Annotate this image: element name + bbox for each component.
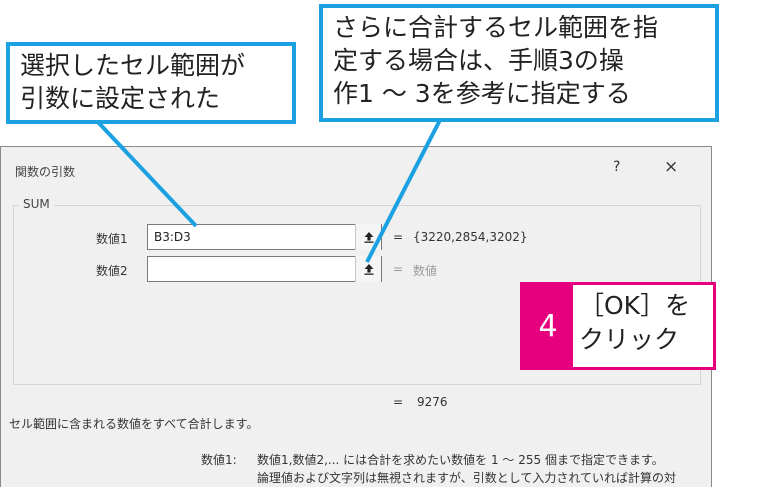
arg1-equals: = — [393, 230, 404, 244]
step-line1: ［OK］を — [579, 291, 691, 320]
step-line2: クリック — [579, 325, 680, 354]
callout-left-line1: 選択したセル範囲が — [20, 51, 246, 80]
total-value: 9276 — [417, 395, 448, 409]
function-description: セル範囲に含まれる数値をすべて合計します。 — [9, 417, 259, 431]
dialog-title: 関数の引数 — [15, 165, 76, 179]
callout-right-line2: 定する場合は、手順3の操 — [333, 46, 624, 75]
callout-selected-range: 選択したセル範囲が 引数に設定された — [6, 42, 296, 124]
arg-help-line2: 論理値および文字列は無視されますが、引数として入力されていれば計算の対 — [257, 471, 677, 485]
step4-callout: 4 ［OK］を クリック — [520, 282, 716, 370]
step-text: ［OK］を クリック — [579, 289, 690, 357]
arg2-equals: = — [393, 262, 404, 276]
callout-right-line3: 作1 ～ 3を参考に指定する — [333, 79, 631, 108]
arg-help-line1: 数値1,数値2,... には合計を求めたい数値を 1 ～ 255 個まで指定でき… — [257, 453, 664, 467]
arg2-collapse-button[interactable] — [355, 256, 381, 282]
callout-left-line2: 引数に設定された — [20, 84, 221, 113]
callout-right-line1: さらに合計するセル範囲を指 — [333, 13, 659, 42]
help-button[interactable]: ? — [613, 159, 620, 175]
arg2-result: 数値 — [413, 264, 438, 278]
arg1-input[interactable]: B3:D3 — [147, 224, 382, 250]
step-number: 4 — [523, 285, 573, 367]
close-button[interactable]: × — [664, 157, 678, 177]
total-equals: = — [393, 395, 404, 409]
upload-arrow-icon — [364, 232, 373, 243]
callout-additional-range: さらに合計するセル範囲を指 定する場合は、手順3の操 作1 ～ 3を参考に指定す… — [319, 4, 719, 122]
upload-arrow-icon — [364, 264, 373, 275]
arg1-collapse-button[interactable] — [355, 224, 381, 250]
function-name: SUM — [19, 197, 54, 211]
arg-help-label: 数値1: — [201, 453, 237, 467]
arg1-result: {3220,2854,3202} — [413, 230, 528, 244]
arg2-input[interactable] — [147, 256, 382, 282]
arg2-label: 数値2 — [96, 264, 128, 278]
arg1-label: 数値1 — [96, 232, 128, 246]
